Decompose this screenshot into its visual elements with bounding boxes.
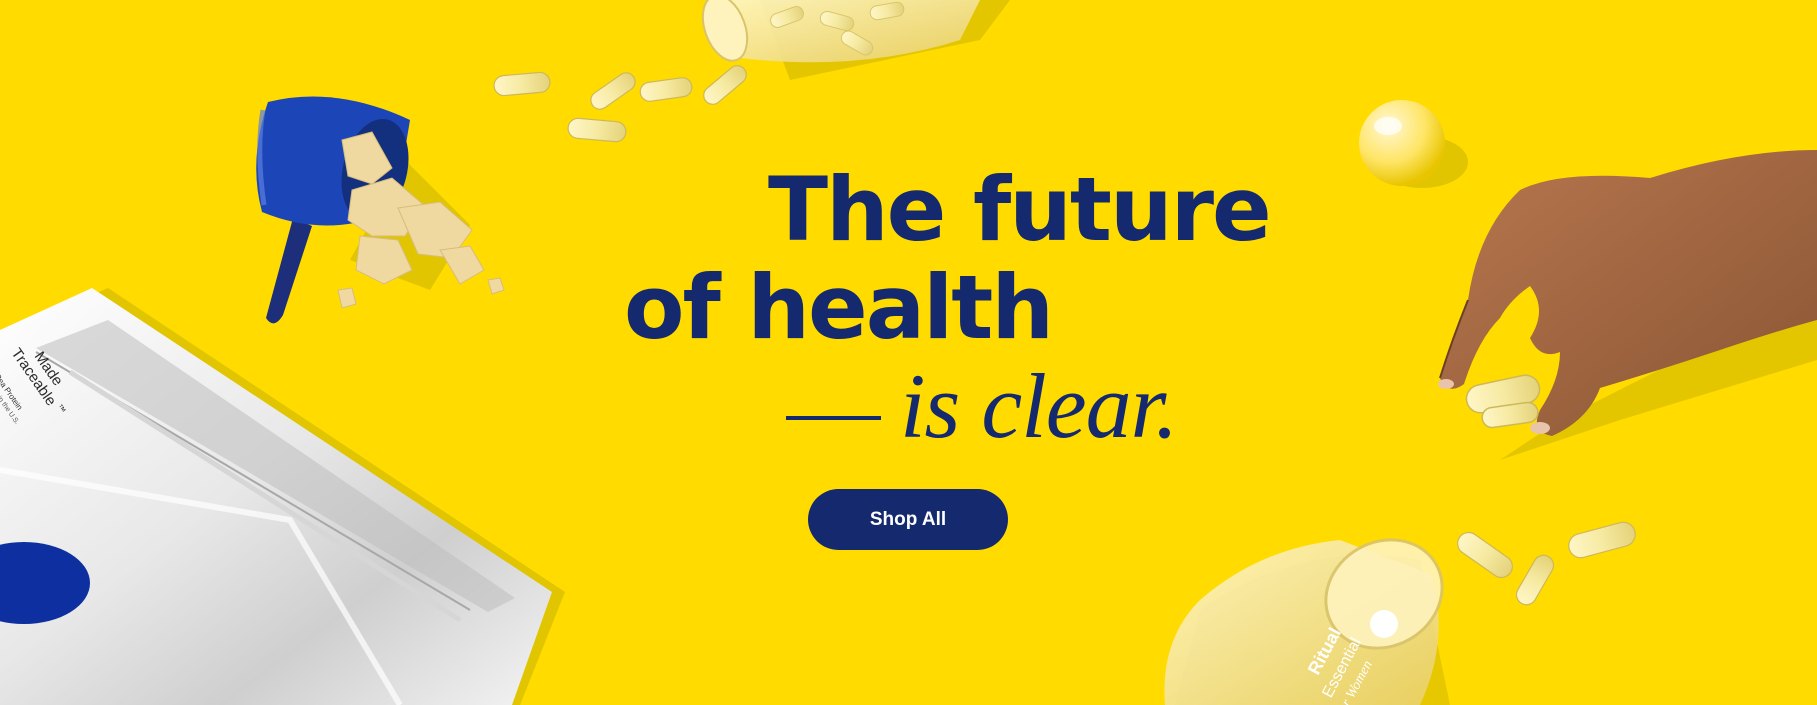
capsule-icon-group-top: [493, 65, 747, 143]
softgel-icon: [1359, 100, 1468, 188]
shop-all-button[interactable]: Shop All: [808, 489, 1008, 550]
hero-illustration: Made Traceable ™ Pea Protein Made in the…: [0, 0, 1817, 705]
scoop-icon: [256, 96, 505, 324]
capsule-icon-group-bottom: [1457, 521, 1636, 606]
pouch-icon: [0, 288, 552, 705]
protein-pouch: Made Traceable ™ Pea Protein Made in the…: [0, 288, 565, 705]
hero-banner: Made Traceable ™ Pea Protein Made in the…: [0, 0, 1817, 705]
hand-icon: [1438, 150, 1817, 460]
jar-icon-bottom: Ritual Essential for Women: [1164, 538, 1450, 705]
